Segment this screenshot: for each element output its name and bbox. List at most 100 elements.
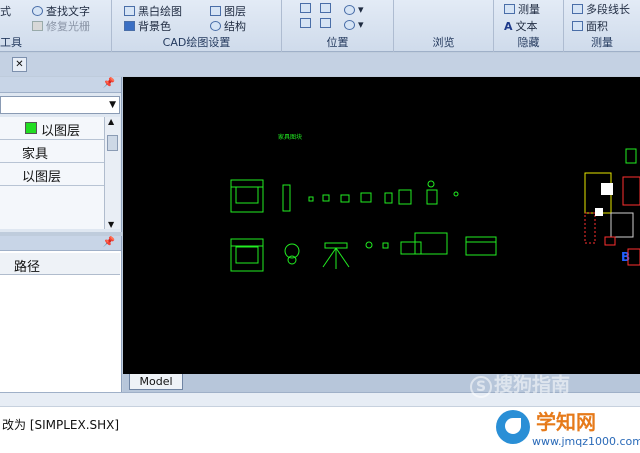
polyline-icon: [572, 4, 583, 14]
text-icon: A: [504, 19, 513, 33]
site-url: www.jmqz1000.com: [532, 435, 640, 448]
pan-button[interactable]: [300, 3, 311, 13]
properties-scrollbar[interactable]: ▲ ▼: [104, 117, 120, 229]
measure-button[interactable]: 测量: [504, 1, 540, 17]
fit-button[interactable]: [320, 3, 331, 13]
block-title-text: 家具图块: [278, 133, 302, 141]
property-row-linetype[interactable]: 以图层: [0, 163, 104, 186]
window-zoom-icon: [320, 18, 331, 28]
layers-panel: 📌 路径: [0, 236, 122, 392]
zoom-icon: [344, 4, 355, 15]
structure-icon: [210, 21, 221, 31]
property-row-color[interactable]: 以图层: [0, 117, 104, 140]
scroll-down-icon[interactable]: ▼: [108, 220, 114, 229]
furniture-block: [427, 180, 435, 188]
ribbon: 式 查找文字 修复光栅 工具 黑白绘图 背景色 图层 结构 CAD绘图设置 ▾ …: [0, 0, 640, 52]
view-icon: [344, 19, 355, 30]
background-color-icon: [124, 21, 135, 31]
ribbon-group-caption: CAD绘图设置: [162, 36, 231, 49]
plan-wall: [622, 176, 640, 206]
furniture-block: [382, 242, 389, 249]
furniture-block: [426, 189, 438, 205]
sogou-watermark: S 搜狗指南: [470, 370, 570, 398]
furniture-block: [230, 238, 264, 247]
layers-icon: [210, 6, 221, 16]
window-zoom-button[interactable]: [320, 18, 331, 28]
measure-icon: [504, 4, 515, 14]
furniture-block: [322, 247, 337, 268]
background-color-button[interactable]: 背景色: [124, 18, 171, 34]
plan-element: [601, 183, 613, 195]
command-output-text: 改为 [SIMPLEX.SHX]: [2, 418, 120, 432]
plan-label: B: [621, 250, 630, 264]
text-button[interactable]: A 文本: [504, 18, 538, 34]
ribbon-group-caption: 测量: [591, 36, 613, 49]
ribbon-group-caption: 浏览: [432, 36, 455, 49]
repair-raster-button[interactable]: 修复光栅: [32, 18, 90, 34]
furniture-block: [453, 191, 459, 197]
bw-plot-button[interactable]: 黑白绘图: [124, 3, 182, 19]
find-text-icon: [32, 6, 43, 16]
view-dropdown[interactable]: ▾: [344, 18, 364, 31]
pin-icon[interactable]: 📌: [103, 78, 115, 89]
ribbon-group-hide: 测量 A 文本 隐藏: [494, 0, 564, 52]
scroll-thumb[interactable]: [107, 135, 118, 151]
plan-wall: [584, 212, 596, 244]
furniture-block: [360, 192, 372, 203]
zoom-dropdown[interactable]: ▾: [344, 3, 364, 16]
furniture-block: [384, 192, 393, 204]
furniture-block: [400, 241, 422, 255]
furniture-block: [465, 236, 497, 243]
property-value: 家具: [22, 147, 49, 162]
ribbon-group-tools: 式 查找文字 修复光栅 工具: [0, 0, 112, 52]
furniture-block: [282, 184, 291, 212]
furniture-block: [465, 236, 497, 256]
area-button[interactable]: 面积: [572, 18, 608, 34]
furniture-block: [335, 247, 350, 268]
site-logo-icon: [496, 410, 530, 444]
furniture-block: [414, 232, 448, 255]
properties-panel: 📌 ▼ 以图层 家具 以图层 ▲ ▼: [0, 77, 122, 232]
ribbon-group-caption: 隐藏: [517, 36, 540, 49]
floor-plan-fragment: B: [584, 148, 640, 266]
furniture-block: [308, 196, 314, 202]
raster-icon: [32, 21, 43, 31]
column-header-path[interactable]: 路径: [0, 253, 120, 275]
document-tabstrip: [0, 53, 640, 76]
property-value: 以图层: [41, 124, 81, 139]
furniture-block: [340, 194, 350, 203]
find-text-button[interactable]: 查找文字: [32, 3, 90, 19]
furniture-block: [230, 179, 264, 188]
sogou-logo-icon: S: [470, 376, 492, 398]
orbit-button[interactable]: [300, 18, 311, 28]
style-button[interactable]: 式: [0, 3, 11, 19]
ribbon-group-measure: 多段线长 面积 测量: [564, 0, 640, 52]
polyline-length-button[interactable]: 多段线长: [572, 1, 630, 17]
ribbon-group-cad-settings: 黑白绘图 背景色 图层 结构 CAD绘图设置: [112, 0, 282, 52]
furniture-block: [398, 189, 412, 205]
layers-button[interactable]: 图层: [210, 3, 246, 19]
pan-icon: [300, 3, 311, 13]
area-icon: [572, 21, 583, 31]
property-row-layer[interactable]: 家具: [0, 140, 104, 163]
close-icon[interactable]: ✕: [12, 57, 27, 72]
furniture-block: [235, 186, 259, 204]
bw-plot-icon: [124, 6, 135, 16]
tab-model[interactable]: Model: [129, 374, 183, 390]
structure-button[interactable]: 结构: [210, 18, 246, 34]
scroll-up-icon[interactable]: ▲: [108, 117, 114, 126]
pin-icon[interactable]: 📌: [103, 237, 115, 248]
panel-titlebar: 📌: [0, 77, 121, 93]
drawing-canvas[interactable]: 家具图块 B: [123, 77, 640, 374]
color-swatch: [25, 122, 37, 134]
plan-element: [604, 236, 616, 246]
plan-element: [595, 208, 603, 216]
furniture-block: [235, 246, 259, 264]
ribbon-group-position: ▾ ▾ 位置: [282, 0, 394, 52]
furniture-block: [324, 242, 348, 249]
site-watermark: 学知网 www.jmqz1000.com: [488, 404, 640, 453]
orbit-icon: [300, 18, 311, 28]
cad-drawing: 家具图块 B: [230, 133, 640, 272]
object-selector[interactable]: ▼: [0, 96, 120, 114]
ribbon-group-caption: 工具: [0, 36, 22, 49]
